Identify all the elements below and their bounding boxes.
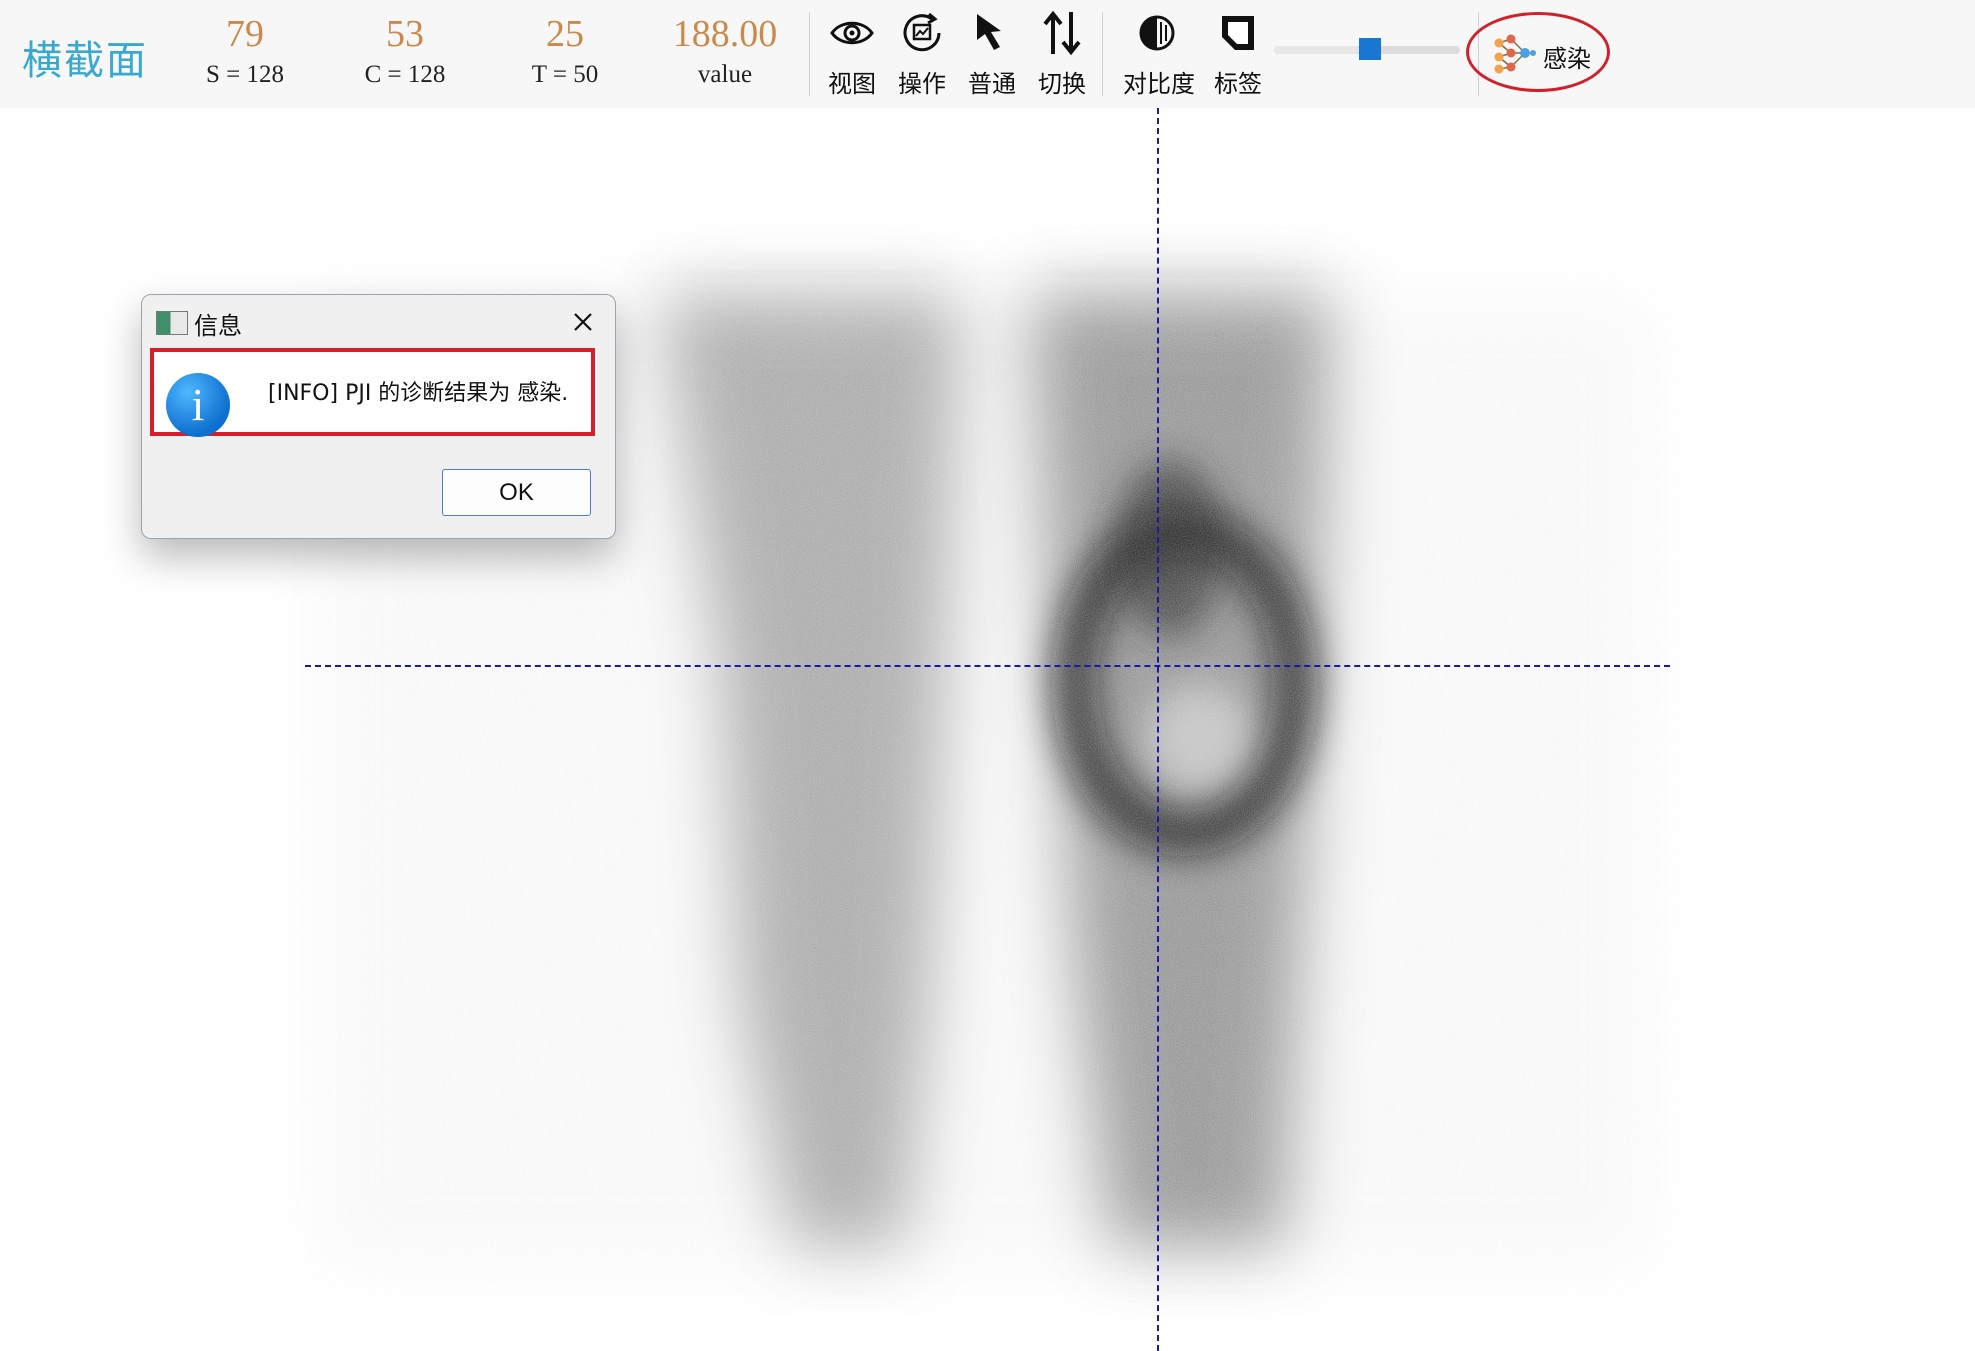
network-icon xyxy=(1494,34,1536,74)
operation-tool-label: 操作 xyxy=(898,70,946,98)
info-icon: i xyxy=(166,373,230,437)
stat-s-value: 79 xyxy=(226,13,264,55)
contrast-icon xyxy=(1139,15,1175,51)
dialog-title: 信息 xyxy=(194,312,242,340)
stat-c: 53 C = 128 xyxy=(330,10,480,92)
infection-button-label: 感染 xyxy=(1543,45,1591,73)
stat-c-value: 53 xyxy=(386,13,424,55)
slider-track[interactable] xyxy=(1274,38,1460,60)
infection-diagnosis-button[interactable]: 感染 xyxy=(1466,12,1610,92)
slider-thumb[interactable] xyxy=(1359,38,1381,60)
label-icon xyxy=(1222,16,1254,50)
switch-tool-label: 切换 xyxy=(1038,70,1086,98)
contrast-tool-label: 对比度 xyxy=(1123,70,1195,98)
stat-s-label: S = 128 xyxy=(205,61,284,88)
toolbar: 横截面 79 S = 128 53 C = 128 25 T = 50 188.… xyxy=(0,0,1975,108)
close-icon[interactable] xyxy=(566,305,600,339)
label-tool-button[interactable]: 标签 xyxy=(1205,10,1271,99)
switch-arrows-icon xyxy=(1043,10,1081,56)
crosshair-vertical xyxy=(1157,108,1159,1351)
normal-cursor-tool-label: 普通 xyxy=(968,70,1016,98)
stat-t-value: 25 xyxy=(546,13,584,55)
label-tool-label: 标签 xyxy=(1214,70,1262,98)
stat-value-value: 188.00 xyxy=(672,13,778,55)
view-tool-label: 视图 xyxy=(828,70,876,98)
info-dialog: 信息 i [INFO] PJI 的诊断结果为 感染. OK xyxy=(141,294,616,539)
switch-tool-button[interactable]: 切换 xyxy=(1029,10,1095,99)
dialog-titlebar[interactable]: 信息 xyxy=(142,295,615,345)
app-window-icon xyxy=(156,311,188,335)
stat-value: 188.00 value xyxy=(650,10,800,92)
normal-cursor-tool-button[interactable]: 普通 xyxy=(959,10,1025,99)
dialog-message: [INFO] PJI 的诊断结果为 感染. xyxy=(268,381,569,406)
slider-fill xyxy=(1274,46,1359,54)
cursor-arrow-icon xyxy=(977,14,1001,50)
toolbar-divider xyxy=(809,12,810,96)
stat-c-label: C = 128 xyxy=(364,61,446,88)
contrast-tool-button[interactable]: 对比度 xyxy=(1123,10,1195,99)
operation-icon xyxy=(903,12,941,52)
stat-value-label: value xyxy=(697,61,753,88)
toolbar-divider xyxy=(1102,12,1103,96)
crosshair-horizontal xyxy=(305,665,1670,667)
eye-icon xyxy=(830,21,874,45)
view-title: 横截面 xyxy=(22,38,148,84)
ok-button[interactable]: OK xyxy=(442,469,591,516)
view-tool-button[interactable]: 视图 xyxy=(819,10,885,99)
stat-t: 25 T = 50 xyxy=(490,10,640,92)
stat-t-label: T = 50 xyxy=(531,61,599,88)
stat-s: 79 S = 128 xyxy=(170,10,320,92)
operation-tool-button[interactable]: 操作 xyxy=(889,10,955,99)
